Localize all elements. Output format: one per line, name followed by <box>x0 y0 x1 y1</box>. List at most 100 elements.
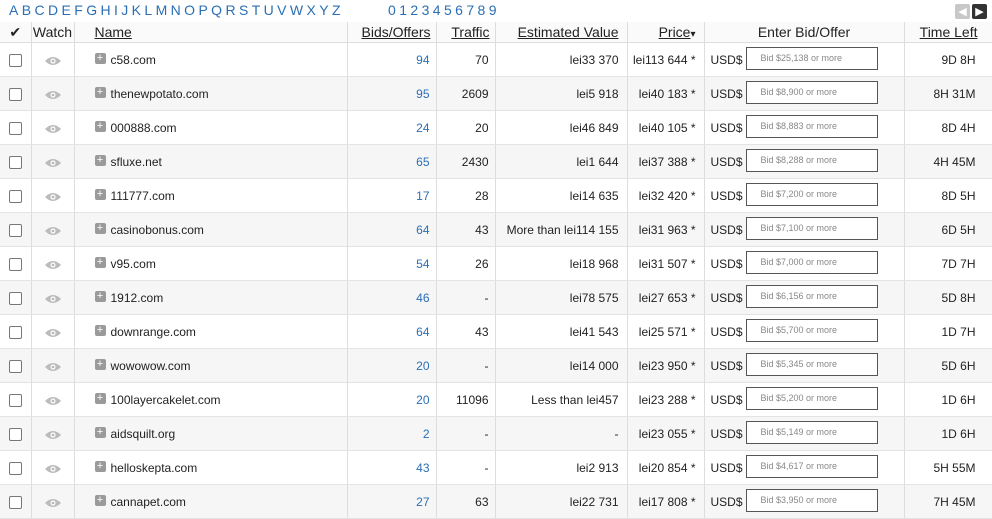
expand-plus-icon[interactable]: + <box>94 223 106 235</box>
bid-input[interactable]: Bid $7,100 or more <box>745 217 878 240</box>
digit-filter-5[interactable]: 5 <box>444 2 452 18</box>
price-sort-link[interactable]: Price <box>659 24 691 40</box>
expand-plus-icon[interactable]: + <box>94 461 106 473</box>
letter-filter-n[interactable]: N <box>171 2 181 18</box>
expand-plus-icon[interactable]: + <box>94 53 106 65</box>
bids-count[interactable]: 20 <box>347 348 437 383</box>
eye-icon[interactable] <box>44 259 62 270</box>
select-all-checkbox[interactable]: ✔ <box>0 22 32 43</box>
letter-filter-g[interactable]: G <box>86 2 97 18</box>
letter-filter-k[interactable]: K <box>132 2 141 18</box>
bids-count[interactable]: 43 <box>347 450 437 485</box>
row-checkbox[interactable] <box>8 155 22 169</box>
expand-plus-icon[interactable]: + <box>94 291 106 303</box>
row-checkbox[interactable] <box>8 87 22 101</box>
letter-filter-h[interactable]: H <box>100 2 110 18</box>
bid-input[interactable]: Bid $5,200 or more <box>745 387 878 410</box>
bid-input[interactable]: Bid $6,156 or more <box>745 285 878 308</box>
row-checkbox[interactable] <box>8 393 22 407</box>
digit-filter-8[interactable]: 8 <box>478 2 486 18</box>
row-checkbox[interactable] <box>8 121 22 135</box>
bids-count[interactable]: 64 <box>347 314 437 349</box>
letter-filter-e[interactable]: E <box>62 2 71 18</box>
bids-count[interactable]: 65 <box>347 144 437 179</box>
letter-filter-d[interactable]: D <box>48 2 58 18</box>
row-checkbox[interactable] <box>8 325 22 339</box>
letter-filter-p[interactable]: P <box>198 2 207 18</box>
expand-plus-icon[interactable]: + <box>94 325 106 337</box>
letter-filter-q[interactable]: Q <box>211 2 222 18</box>
bids-count[interactable]: 95 <box>347 76 437 111</box>
bid-input[interactable]: Bid $5,700 or more <box>745 319 878 342</box>
domain-name[interactable]: v95.com <box>111 257 156 271</box>
letter-filter-s[interactable]: S <box>239 2 248 18</box>
expand-plus-icon[interactable]: + <box>94 155 106 167</box>
digit-filter-0[interactable]: 0 <box>388 2 396 18</box>
domain-name[interactable]: aidsquilt.org <box>111 427 176 441</box>
letter-filter-y[interactable]: Y <box>319 2 328 18</box>
eye-icon[interactable] <box>44 463 62 474</box>
domain-name[interactable]: downrange.com <box>111 325 196 339</box>
letter-filter-w[interactable]: W <box>290 2 303 18</box>
digit-filter-9[interactable]: 9 <box>489 2 497 18</box>
bid-input[interactable]: Bid $8,883 or more <box>745 115 878 138</box>
bid-input[interactable]: Bid $4,617 or more <box>745 455 878 478</box>
bid-input[interactable]: Bid $5,149 or more <box>745 421 878 444</box>
estimated-value-header[interactable]: Estimated Value <box>495 22 628 43</box>
eye-icon[interactable] <box>44 225 62 236</box>
letter-filter-f[interactable]: F <box>74 2 83 18</box>
digit-filter-2[interactable]: 2 <box>410 2 418 18</box>
expand-plus-icon[interactable]: + <box>94 393 106 405</box>
domain-name[interactable]: 100layercakelet.com <box>111 393 221 407</box>
letter-filter-a[interactable]: A <box>9 2 18 18</box>
eye-icon[interactable] <box>44 429 62 440</box>
domain-name[interactable]: 111777.com <box>111 189 175 203</box>
bids-count[interactable]: 2 <box>347 416 437 451</box>
eye-icon[interactable] <box>44 361 62 372</box>
expand-plus-icon[interactable]: + <box>94 257 106 269</box>
digit-filter-6[interactable]: 6 <box>455 2 463 18</box>
expand-plus-icon[interactable]: + <box>94 427 106 439</box>
digit-filter-4[interactable]: 4 <box>433 2 441 18</box>
bid-input[interactable]: Bid $8,288 or more <box>745 149 878 172</box>
bids-count[interactable]: 54 <box>347 246 437 281</box>
domain-name[interactable]: helloskepta.com <box>111 461 198 475</box>
eye-icon[interactable] <box>44 293 62 304</box>
letter-filter-m[interactable]: M <box>156 2 168 18</box>
row-checkbox[interactable] <box>8 427 22 441</box>
domain-name[interactable]: cannapet.com <box>111 495 186 509</box>
row-checkbox[interactable] <box>8 189 22 203</box>
digit-filter-3[interactable]: 3 <box>422 2 430 18</box>
row-checkbox[interactable] <box>8 461 22 475</box>
eye-icon[interactable] <box>44 327 62 338</box>
eye-icon[interactable] <box>44 157 62 168</box>
eye-icon[interactable] <box>44 123 62 134</box>
eye-icon[interactable] <box>44 395 62 406</box>
bid-input[interactable]: Bid $25,138 or more <box>745 47 878 70</box>
bids-count[interactable]: 94 <box>347 42 437 77</box>
row-checkbox[interactable] <box>8 223 22 237</box>
letter-filter-t[interactable]: T <box>252 2 261 18</box>
letter-filter-i[interactable]: I <box>114 2 118 18</box>
eye-icon[interactable] <box>44 55 62 66</box>
bids-sort-link[interactable]: Bids/Offers <box>362 24 431 40</box>
time-left-header[interactable]: Time Left <box>904 22 992 43</box>
domain-name[interactable]: 000888.com <box>111 121 177 135</box>
domain-name[interactable]: 1912.com <box>111 291 164 305</box>
expand-plus-icon[interactable]: + <box>94 121 106 133</box>
time-left-sort-link[interactable]: Time Left <box>920 24 978 40</box>
bids-count[interactable]: 20 <box>347 382 437 417</box>
bids-count[interactable]: 24 <box>347 110 437 145</box>
row-checkbox[interactable] <box>8 53 22 67</box>
letter-filter-v[interactable]: V <box>277 2 286 18</box>
traffic-header[interactable]: Traffic <box>436 22 496 43</box>
letter-filter-z[interactable]: Z <box>332 2 341 18</box>
row-checkbox[interactable] <box>8 257 22 271</box>
eye-icon[interactable] <box>44 497 62 508</box>
domain-name[interactable]: casinobonus.com <box>111 223 204 237</box>
letter-filter-u[interactable]: U <box>264 2 274 18</box>
eye-icon[interactable] <box>44 191 62 202</box>
letter-filter-x[interactable]: X <box>307 2 316 18</box>
bid-input[interactable]: Bid $7,200 or more <box>745 183 878 206</box>
expand-plus-icon[interactable]: + <box>94 495 106 507</box>
